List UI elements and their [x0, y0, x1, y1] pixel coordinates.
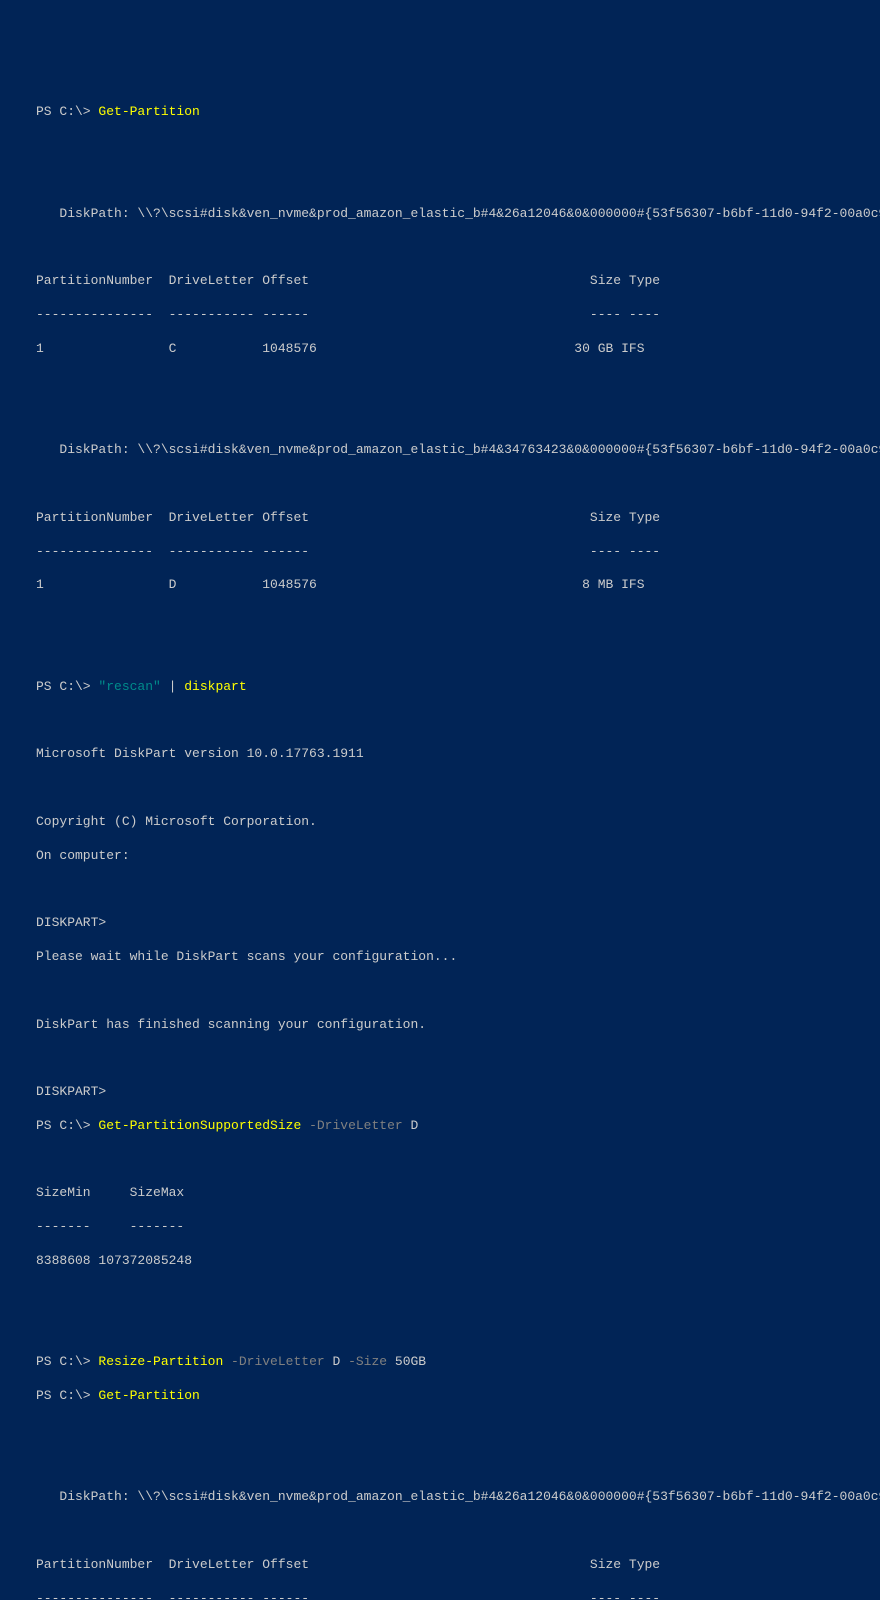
partition-table-header: PartitionNumber DriveLetter Offset Size … [36, 1557, 870, 1574]
diskpart-prompt: DISKPART> [36, 1084, 870, 1101]
partition-table-header: PartitionNumber DriveLetter Offset Size … [36, 273, 870, 290]
partition-table-divider: --------------- ----------- ------ ---- … [36, 307, 870, 324]
diskpart-computer: On computer: [36, 848, 870, 865]
cmdlet-diskpart: diskpart [184, 679, 246, 694]
ps-prompt: PS C:\> [36, 1118, 98, 1133]
param-value: D [332, 1354, 340, 1369]
cmdlet-get-partition-supported-size: Get-PartitionSupportedSize [98, 1118, 301, 1133]
diskpart-prompt: DISKPART> [36, 915, 870, 932]
diskpath-line: DiskPath: \\?\scsi#disk&ven_nvme&prod_am… [36, 1489, 870, 1506]
param-size: -Size [340, 1354, 395, 1369]
diskpart-copyright: Copyright (C) Microsoft Corporation. [36, 814, 870, 831]
param-value: D [410, 1118, 418, 1133]
ps-prompt: PS C:\> [36, 1388, 98, 1403]
ps-prompt: PS C:\> [36, 104, 98, 119]
diskpath-line: DiskPath: \\?\scsi#disk&ven_nvme&prod_am… [36, 206, 870, 223]
terminal-output: PS C:\> Get-Partition DiskPath: \\?\scsi… [36, 88, 870, 1600]
partition-table-divider: --------------- ----------- ------ ---- … [36, 1591, 870, 1600]
param-value: 50GB [395, 1354, 426, 1369]
size-table-divider: ------- ------- [36, 1219, 870, 1236]
partition-table-header: PartitionNumber DriveLetter Offset Size … [36, 510, 870, 527]
string-literal: "rescan" [98, 679, 160, 694]
ps-prompt: PS C:\> [36, 1354, 98, 1369]
param-driveletter: -DriveLetter [301, 1118, 410, 1133]
param-driveletter: -DriveLetter [223, 1354, 332, 1369]
partition-row: 1 C 1048576 30 GB IFS [36, 341, 870, 358]
pipe-operator: | [161, 679, 184, 694]
diskpart-done-msg: DiskPart has finished scanning your conf… [36, 1017, 870, 1034]
diskpart-wait-msg: Please wait while DiskPart scans your co… [36, 949, 870, 966]
size-table-header: SizeMin SizeMax [36, 1185, 870, 1202]
partition-table-divider: --------------- ----------- ------ ---- … [36, 544, 870, 561]
diskpath-line: DiskPath: \\?\scsi#disk&ven_nvme&prod_am… [36, 442, 870, 459]
cmdlet-resize-partition: Resize-Partition [98, 1354, 223, 1369]
ps-prompt: PS C:\> [36, 679, 98, 694]
size-table-row: 8388608 107372085248 [36, 1253, 870, 1270]
cmdlet-get-partition: Get-Partition [98, 1388, 199, 1403]
partition-row: 1 D 1048576 8 MB IFS [36, 577, 870, 594]
diskpart-version: Microsoft DiskPart version 10.0.17763.19… [36, 746, 870, 763]
cmdlet-get-partition: Get-Partition [98, 104, 199, 119]
